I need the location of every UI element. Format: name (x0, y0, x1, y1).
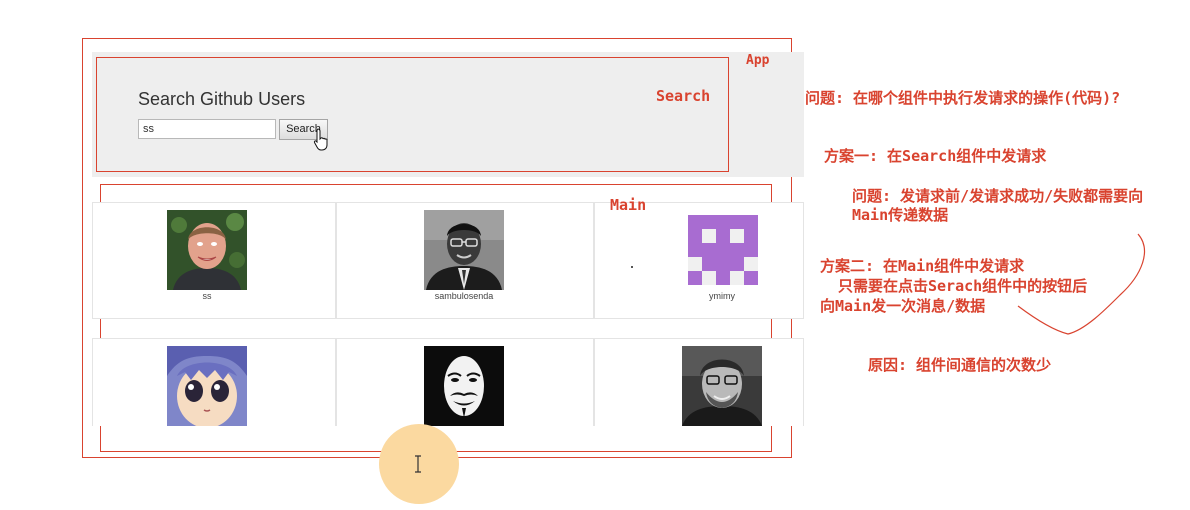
note-plan1-issue-1: 问题: 发请求前/发请求成功/失败都需要向 (852, 187, 1144, 205)
page-title: Search Github Users (138, 89, 306, 109)
user-login[interactable]: ss (147, 291, 267, 301)
note-plan2-1: 方案二: 在Main组件中发请求 (820, 257, 1025, 275)
dot-mark (631, 266, 633, 268)
user-login[interactable]: sambulosenda (404, 291, 524, 301)
avatar[interactable] (688, 215, 758, 285)
app-label: App (746, 53, 770, 68)
avatar[interactable] (167, 346, 247, 426)
note-question: 问题: 在哪个组件中执行发请求的操作(代码)? (805, 89, 1121, 107)
annotation-curve (1017, 233, 1146, 335)
note-plan1: 方案一: 在Search组件中发请求 (824, 147, 1047, 165)
main-label: Main (610, 196, 647, 214)
note-plan2-3: 向Main发一次消息/数据 (820, 297, 986, 315)
search-label: Search (656, 87, 711, 105)
avatar[interactable] (424, 346, 504, 426)
note-plan1-issue-2: Main传递数据 (852, 206, 949, 224)
avatar[interactable] (424, 210, 504, 290)
hand-cursor-icon (313, 128, 328, 151)
avatar[interactable] (167, 210, 247, 290)
user-login[interactable]: ymimy (662, 291, 782, 301)
search-input[interactable]: ss (138, 119, 276, 139)
note-reason: 原因: 组件间通信的次数少 (868, 356, 1052, 374)
search-frame (96, 57, 729, 172)
text-cursor-icon (415, 455, 421, 473)
avatar[interactable] (682, 346, 762, 426)
